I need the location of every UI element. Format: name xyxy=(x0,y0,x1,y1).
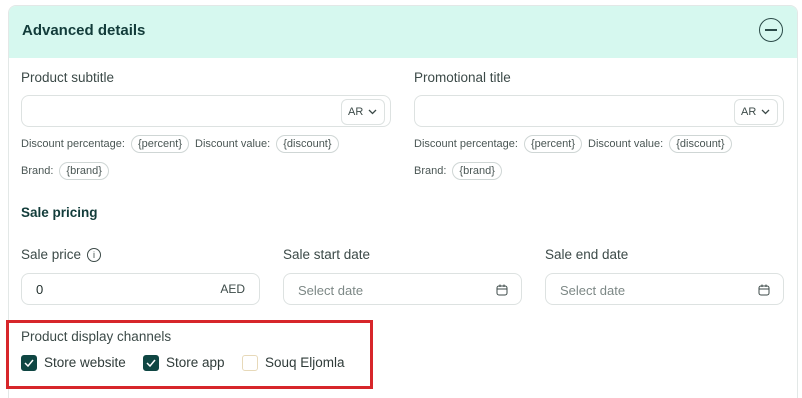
check-icon xyxy=(146,359,156,367)
minus-icon xyxy=(765,29,777,31)
brand-token-chip[interactable]: {brand} xyxy=(59,162,109,180)
product-subtitle-input[interactable]: AR xyxy=(21,95,391,127)
subtitle-placeholder-tokens: Discount percentage: {percent} Discount … xyxy=(21,135,339,153)
sale-start-date-input[interactable]: Select date xyxy=(283,273,522,305)
language-value: AR xyxy=(348,106,364,118)
discount-value-label: Discount value: xyxy=(588,138,664,150)
promotional-title-language-select[interactable]: AR xyxy=(734,99,778,125)
promo-brand-tokens: Brand: {brand} xyxy=(414,162,502,180)
sale-price-label: Sale price i xyxy=(21,247,102,263)
discount-percentage-label: Discount percentage: xyxy=(21,138,125,150)
promo-placeholder-tokens: Discount percentage: {percent} Discount … xyxy=(414,135,732,153)
souq-eljomla-checkbox[interactable] xyxy=(242,355,258,371)
start-date-placeholder: Select date xyxy=(298,283,364,298)
sale-start-date-label: Sale start date xyxy=(283,247,371,262)
check-icon xyxy=(24,359,34,367)
product-subtitle-label: Product subtitle xyxy=(21,70,115,85)
promotional-title-label: Promotional title xyxy=(414,70,511,85)
promotional-title-input[interactable]: AR xyxy=(414,95,784,127)
panel-title: Advanced details xyxy=(22,22,146,39)
percent-token-chip[interactable]: {percent} xyxy=(523,135,582,153)
discount-percentage-label: Discount percentage: xyxy=(414,138,518,150)
store-website-checkbox[interactable] xyxy=(21,355,37,371)
store-app-checkbox[interactable] xyxy=(143,355,159,371)
store-website-label[interactable]: Store website xyxy=(44,355,126,370)
discount-token-chip[interactable]: {discount} xyxy=(669,135,732,153)
sale-price-label-text: Sale price xyxy=(21,247,82,262)
sale-end-date-label: Sale end date xyxy=(545,247,629,262)
brand-token-chip[interactable]: {brand} xyxy=(452,162,502,180)
brand-label: Brand: xyxy=(414,165,447,177)
sale-pricing-title: Sale pricing xyxy=(21,205,98,220)
sale-price-value: 0 xyxy=(36,282,44,297)
calendar-icon[interactable] xyxy=(496,284,508,296)
language-value: AR xyxy=(741,106,757,118)
currency-suffix: AED xyxy=(220,282,245,296)
info-icon[interactable]: i xyxy=(87,248,102,263)
percent-token-chip[interactable]: {percent} xyxy=(130,135,189,153)
calendar-icon[interactable] xyxy=(758,284,770,296)
display-channels-title: Product display channels xyxy=(21,329,172,344)
brand-label: Brand: xyxy=(21,165,54,177)
discount-token-chip[interactable]: {discount} xyxy=(276,135,339,153)
subtitle-brand-tokens: Brand: {brand} xyxy=(21,162,109,180)
discount-value-label: Discount value: xyxy=(195,138,271,150)
store-app-label[interactable]: Store app xyxy=(166,355,225,370)
product-subtitle-language-select[interactable]: AR xyxy=(341,99,385,125)
sale-price-input[interactable]: 0 AED xyxy=(21,273,260,305)
chevron-down-icon xyxy=(761,109,770,115)
sale-end-date-input[interactable]: Select date xyxy=(545,273,784,305)
chevron-down-icon xyxy=(368,109,377,115)
end-date-placeholder: Select date xyxy=(560,283,626,298)
panel-header[interactable]: Advanced details xyxy=(9,6,797,58)
collapse-button[interactable] xyxy=(759,18,783,42)
souq-eljomla-label[interactable]: Souq Eljomla xyxy=(265,355,345,370)
